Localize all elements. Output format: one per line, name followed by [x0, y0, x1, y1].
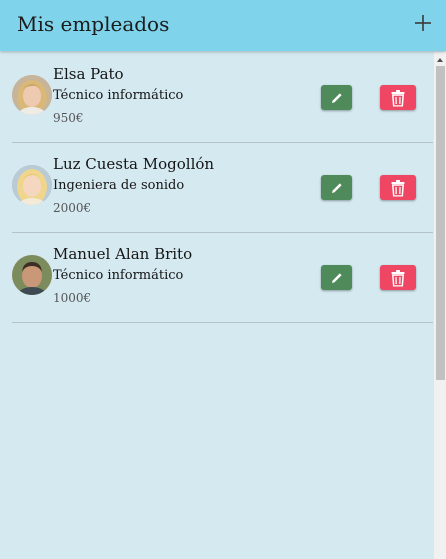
scroll-up-arrow-icon[interactable]: [434, 52, 446, 66]
delete-button[interactable]: [380, 85, 416, 110]
employee-name: Manuel Alan Brito: [53, 245, 193, 263]
trash-icon: [391, 89, 405, 106]
avatar: [12, 75, 52, 115]
edit-button[interactable]: [321, 175, 352, 200]
plus-icon: [415, 15, 431, 31]
employee-name: Elsa Pato: [53, 65, 124, 83]
employee-row: Manuel Alan Brito Técnico informático 10…: [12, 232, 433, 323]
employee-role: Técnico informático: [53, 268, 184, 283]
scrollbar-thumb[interactable]: [436, 66, 445, 380]
employee-row: Luz Cuesta Mogollón Ingeniera de sonido …: [12, 142, 433, 233]
pencil-icon: [331, 182, 342, 193]
edit-button[interactable]: [321, 85, 352, 110]
delete-button[interactable]: [380, 265, 416, 290]
employee-salary: 1000€: [53, 291, 92, 305]
employee-role: Ingeniera de sonido: [53, 178, 185, 193]
employee-role: Técnico informático: [53, 88, 184, 103]
employee-list: Elsa Pato Técnico informático 950€ Luz C…: [0, 52, 434, 559]
trash-icon: [391, 269, 405, 286]
employee-salary: 950€: [53, 111, 84, 125]
trash-icon: [391, 179, 405, 196]
employee-name: Luz Cuesta Mogollón: [53, 155, 215, 173]
edit-button[interactable]: [321, 265, 352, 290]
delete-button[interactable]: [380, 175, 416, 200]
vertical-scrollbar[interactable]: [434, 52, 446, 559]
pencil-icon: [331, 272, 342, 283]
pencil-icon: [331, 92, 342, 103]
avatar: [12, 255, 52, 295]
employee-row: Elsa Pato Técnico informático 950€: [12, 52, 433, 143]
app-header: Mis empleados: [0, 0, 446, 51]
page-title: Mis empleados: [17, 12, 170, 36]
add-employee-button[interactable]: [410, 10, 436, 36]
employee-salary: 2000€: [53, 201, 92, 215]
avatar: [12, 165, 52, 205]
